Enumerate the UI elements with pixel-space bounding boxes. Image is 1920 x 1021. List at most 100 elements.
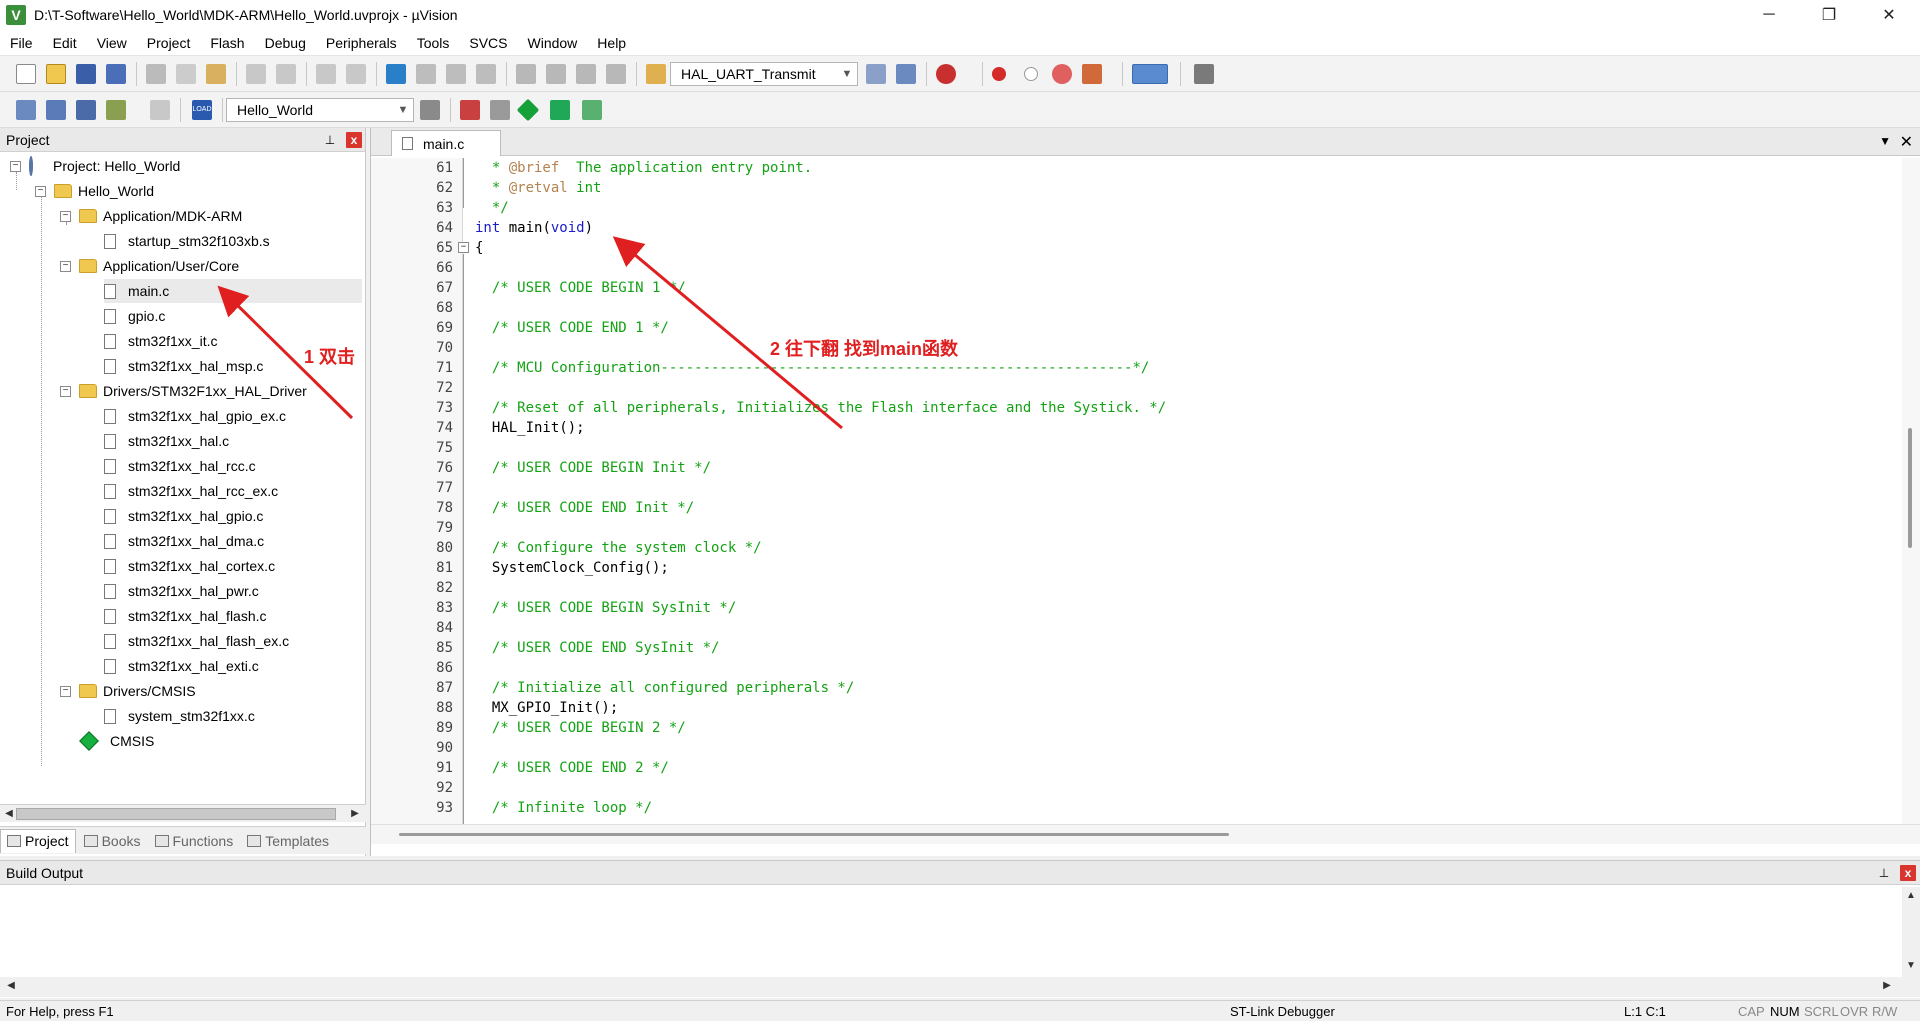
- window-layout-icon[interactable]: [1132, 64, 1168, 84]
- code-line[interactable]: 75: [371, 438, 1901, 458]
- code-area[interactable]: 61 * @brief The application entry point.…: [371, 158, 1901, 824]
- project-horizontal-scrollbar[interactable]: ◀ ▶: [0, 804, 366, 822]
- code-line[interactable]: 88 MX_GPIO_Init();: [371, 698, 1901, 718]
- editor-vertical-scrollbar[interactable]: [1902, 158, 1920, 824]
- code-line[interactable]: 73 /* Reset of all peripherals, Initiali…: [371, 398, 1901, 418]
- open-folder-icon[interactable]: [46, 64, 66, 84]
- collapse-toggle-icon[interactable]: −: [60, 260, 71, 272]
- code-line[interactable]: 85 /* USER CODE END SysInit */: [371, 638, 1901, 658]
- scroll-up-arrow-icon[interactable]: ▲: [1904, 889, 1918, 903]
- code-line[interactable]: 93 /* Infinite loop */: [371, 798, 1901, 818]
- menu-help[interactable]: Help: [587, 30, 636, 56]
- code-line[interactable]: 77: [371, 478, 1901, 498]
- tree-file-system-stm32f1xx-c[interactable]: system_stm32f1xx.c: [104, 704, 255, 728]
- code-line[interactable]: 91 /* USER CODE END 2 */: [371, 758, 1901, 778]
- code-line[interactable]: 65 {−: [371, 238, 1901, 258]
- code-line[interactable]: 81 SystemClock_Config();: [371, 558, 1901, 578]
- code-line[interactable]: 78 /* USER CODE END Init */: [371, 498, 1901, 518]
- tree-target[interactable]: − Hello_World: [35, 179, 154, 203]
- code-line[interactable]: 84: [371, 618, 1901, 638]
- find-combo[interactable]: HAL_UART_Transmit ▼: [670, 62, 858, 86]
- menu-window[interactable]: Window: [518, 30, 588, 56]
- indent-icon[interactable]: [516, 64, 536, 84]
- menu-view[interactable]: View: [87, 30, 137, 56]
- options-for-target-icon[interactable]: [420, 100, 440, 120]
- scroll-thumb[interactable]: [399, 833, 1229, 836]
- code-line[interactable]: 72: [371, 378, 1901, 398]
- kill-all-breakpoints-icon[interactable]: [1082, 64, 1102, 84]
- code-line[interactable]: 83 /* USER CODE BEGIN SysInit */: [371, 598, 1901, 618]
- paste-icon[interactable]: [206, 64, 226, 84]
- code-line[interactable]: 64 int main(void): [371, 218, 1901, 238]
- collapse-toggle-icon[interactable]: −: [35, 185, 46, 197]
- tree-group[interactable]: − Drivers/CMSIS: [60, 679, 196, 703]
- tree-group[interactable]: − Application/MDK-ARM: [60, 204, 242, 228]
- pin-icon[interactable]: ⊥: [322, 132, 338, 148]
- editor-horizontal-scrollbar[interactable]: [371, 824, 1920, 844]
- incremental-find-icon[interactable]: [896, 64, 916, 84]
- collapse-toggle-icon[interactable]: −: [60, 385, 71, 397]
- tab-project[interactable]: Project: [0, 828, 76, 853]
- tree-file-stm32f1xx-hal-flash-ex-c[interactable]: stm32f1xx_hal_flash_ex.c: [104, 629, 289, 653]
- tree-file-stm32f1xx-it-c[interactable]: stm32f1xx_it.c: [104, 329, 217, 353]
- rebuild-icon[interactable]: [76, 100, 96, 120]
- code-line[interactable]: 62 * @retval int: [371, 178, 1901, 198]
- menu-debug[interactable]: Debug: [255, 30, 316, 56]
- navigate-back-icon[interactable]: [316, 64, 336, 84]
- configure-tools-icon[interactable]: [1194, 64, 1214, 84]
- tree-file-stm32f1xx-hal-pwr-c[interactable]: stm32f1xx_hal_pwr.c: [104, 579, 259, 603]
- tab-functions[interactable]: Functions: [149, 829, 240, 853]
- code-line[interactable]: 79: [371, 518, 1901, 538]
- scroll-left-arrow-icon[interactable]: ◀: [4, 979, 18, 993]
- tree-project-root[interactable]: − Project: Hello_World: [10, 154, 180, 178]
- chevron-down-icon[interactable]: ▼: [395, 101, 411, 119]
- tree-file-stm32f1xx-hal-dma-c[interactable]: stm32f1xx_hal_dma.c: [104, 529, 264, 553]
- code-line[interactable]: 76 /* USER CODE BEGIN Init */: [371, 458, 1901, 478]
- clear-bookmarks-icon[interactable]: [476, 64, 496, 84]
- code-line[interactable]: 70: [371, 338, 1901, 358]
- tree-group[interactable]: − Drivers/STM32F1xx_HAL_Driver: [60, 379, 307, 403]
- find-in-files-icon[interactable]: [646, 64, 666, 84]
- code-line[interactable]: 69 /* USER CODE END 1 */: [371, 318, 1901, 338]
- build-icon[interactable]: [46, 100, 66, 120]
- build-output-horizontal-scrollbar[interactable]: ◀ ▶: [0, 977, 1920, 997]
- disable-breakpoint-icon[interactable]: [1024, 67, 1038, 81]
- new-file-icon[interactable]: [16, 64, 36, 84]
- tree-file-stm32f1xx-hal-c[interactable]: stm32f1xx_hal.c: [104, 429, 229, 453]
- code-line[interactable]: 92: [371, 778, 1901, 798]
- build-output-vertical-scrollbar[interactable]: ▲ ▼: [1902, 887, 1920, 977]
- scroll-left-arrow-icon[interactable]: ◀: [2, 807, 16, 821]
- pack-installer-icon[interactable]: [550, 100, 570, 120]
- tree-file-startup-stm32f103xb-s[interactable]: startup_stm32f103xb.s: [104, 229, 270, 253]
- pin-icon[interactable]: ⊥: [1876, 865, 1892, 881]
- code-line[interactable]: 89 /* USER CODE BEGIN 2 */: [371, 718, 1901, 738]
- copy-icon[interactable]: [176, 64, 196, 84]
- scroll-right-arrow-icon[interactable]: ▶: [348, 807, 362, 821]
- tab-templates[interactable]: Templates: [241, 829, 335, 853]
- tree-file-stm32f1xx-hal-flash-c[interactable]: stm32f1xx_hal_flash.c: [104, 604, 267, 628]
- bookmark-icon[interactable]: [386, 64, 406, 84]
- collapse-toggle-icon[interactable]: −: [60, 210, 71, 222]
- stop-build-icon[interactable]: [150, 100, 170, 120]
- tree-component-cmsis[interactable]: CMSIS: [78, 729, 154, 753]
- debug-session-icon[interactable]: [936, 64, 956, 84]
- target-combo[interactable]: Hello_World ▼: [226, 98, 414, 122]
- tab-main-c[interactable]: main.c: [391, 130, 501, 156]
- tree-file-stm32f1xx-hal-rcc-c[interactable]: stm32f1xx_hal_rcc.c: [104, 454, 256, 478]
- tree-file-stm32f1xx-hal-gpio-ex-c[interactable]: stm32f1xx_hal_gpio_ex.c: [104, 404, 286, 428]
- uncomment-icon[interactable]: [606, 64, 626, 84]
- code-line[interactable]: 68: [371, 298, 1901, 318]
- code-line[interactable]: 90: [371, 738, 1901, 758]
- close-tab-icon[interactable]: ✕: [1900, 132, 1913, 152]
- close-panel-button[interactable]: x: [346, 132, 362, 148]
- tree-file-stm32f1xx-hal-exti-c[interactable]: stm32f1xx_hal_exti.c: [104, 654, 259, 678]
- collapse-toggle-icon[interactable]: −: [60, 685, 71, 697]
- tree-file-gpio-c[interactable]: gpio.c: [104, 304, 165, 328]
- code-line[interactable]: 87 /* Initialize all configured peripher…: [371, 678, 1901, 698]
- cut-icon[interactable]: [146, 64, 166, 84]
- close-build-output-button[interactable]: x: [1900, 865, 1916, 881]
- code-line[interactable]: 74 HAL_Init();: [371, 418, 1901, 438]
- code-line[interactable]: 63 */: [371, 198, 1901, 218]
- next-bookmark-icon[interactable]: [446, 64, 466, 84]
- undo-icon[interactable]: [246, 64, 266, 84]
